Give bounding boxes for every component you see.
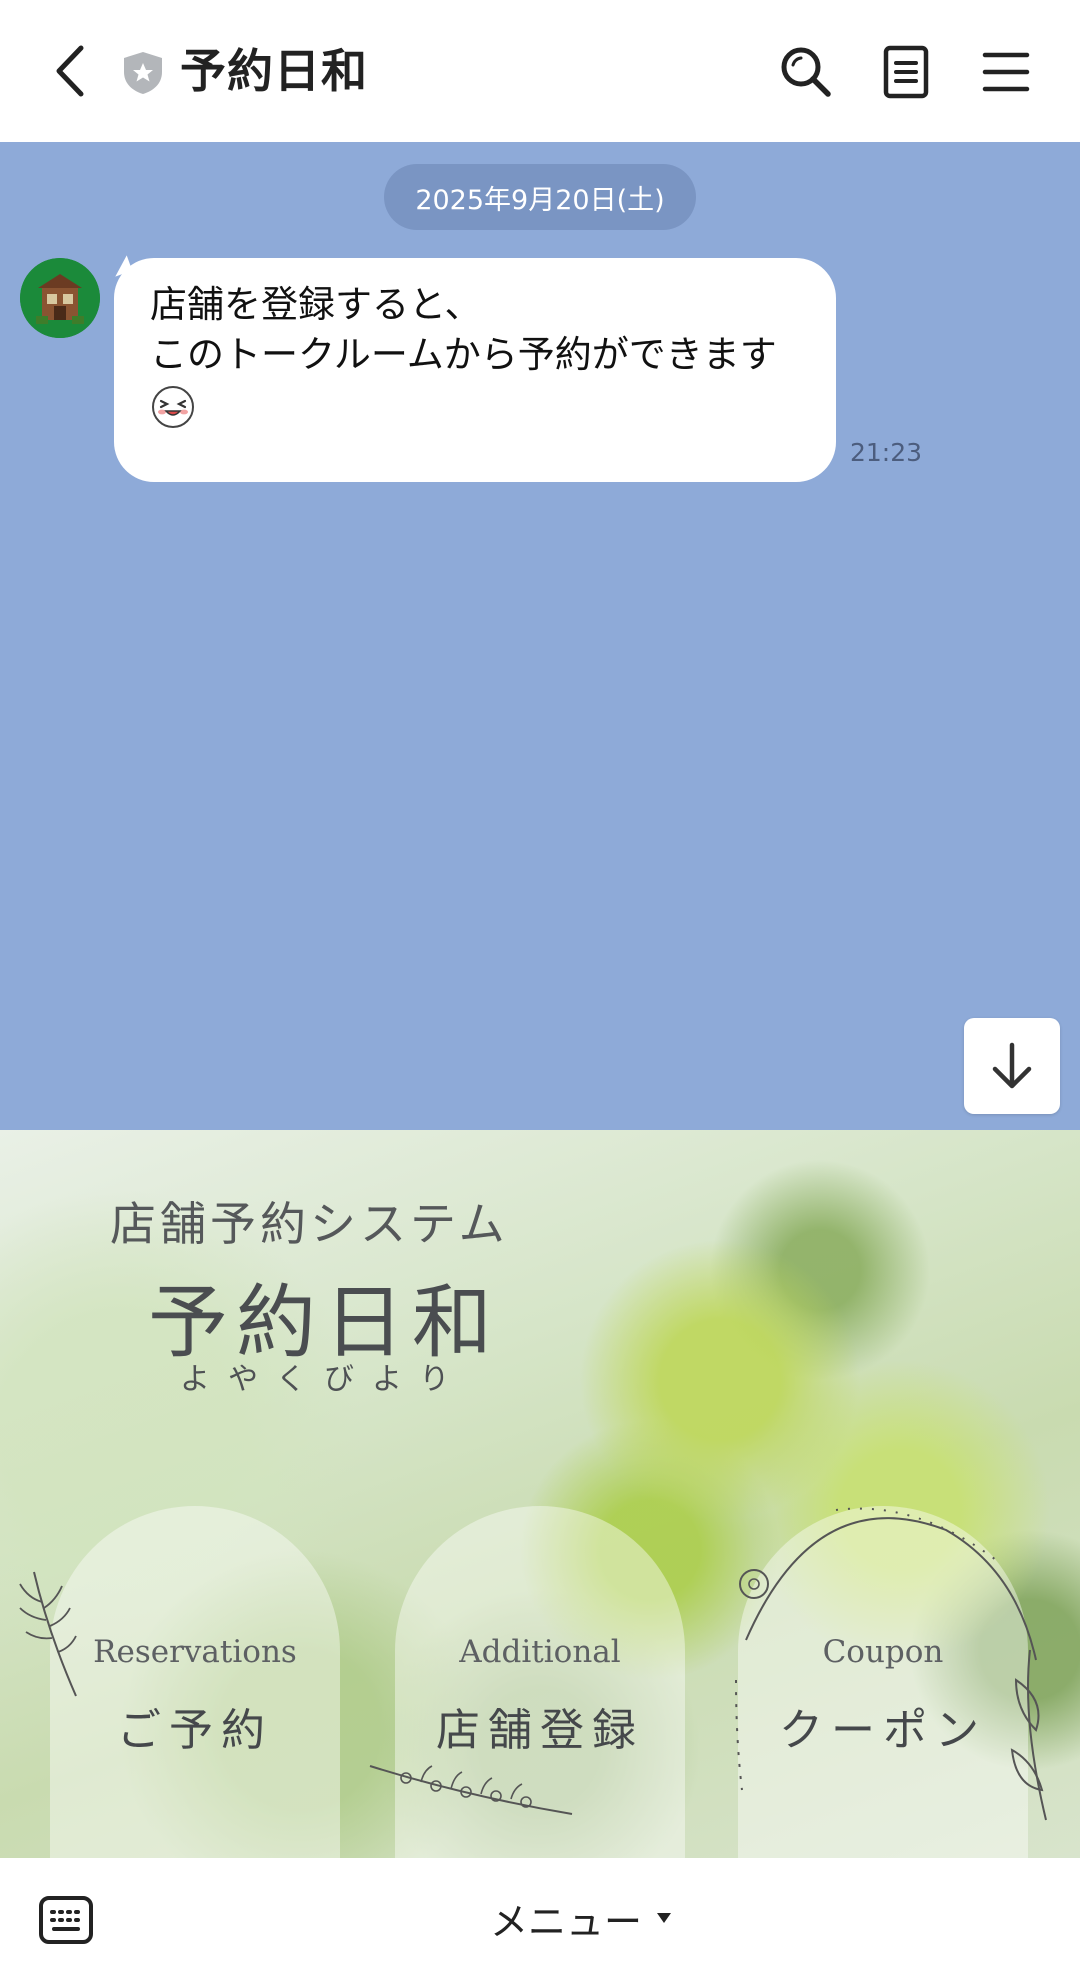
chat-title: 予約日和 bbox=[180, 44, 368, 98]
keyboard-icon bbox=[39, 1896, 93, 1944]
reservations-button[interactable]: Reservations ご予約 bbox=[50, 1506, 340, 1858]
chat-area[interactable]: 2025年9月20日(土) 店舗を登録すると、 このトークルームから予約ができま… bbox=[0, 142, 1080, 1130]
menu-icon bbox=[982, 52, 1030, 92]
back-icon bbox=[56, 45, 84, 97]
chat-header: 予約日和 bbox=[0, 0, 1080, 142]
rich-menu: 店舗予約システム 予約日和 よやくびより Reservations ご予約 Ad… bbox=[0, 1130, 1080, 1858]
reservations-jp-label: ご予約 bbox=[117, 1705, 273, 1756]
avatar[interactable] bbox=[20, 258, 100, 338]
laughing-face-emoji-icon bbox=[152, 386, 194, 428]
flower-garland-icon bbox=[369, 1765, 573, 1815]
caret-down-icon bbox=[657, 1913, 672, 1923]
bottom-bar: メニュー bbox=[0, 1858, 1080, 1968]
scroll-to-bottom-button[interactable] bbox=[964, 1018, 1060, 1114]
search-icon bbox=[781, 47, 831, 97]
rich-menu-toggle[interactable]: メニュー bbox=[490, 1890, 672, 1946]
arrow-down-icon bbox=[992, 1042, 1032, 1089]
date-separator: 2025年9月20日(土) bbox=[384, 164, 696, 230]
message-bubble[interactable]: 店舗を登録すると、 このトークルームから予約ができます bbox=[114, 258, 836, 482]
menu-button[interactable] bbox=[974, 40, 1038, 104]
back-button[interactable] bbox=[40, 36, 100, 106]
leaf-sprig-icon bbox=[19, 1571, 77, 1697]
floral-arch-icon bbox=[735, 1507, 1047, 1821]
keyboard-toggle-button[interactable] bbox=[38, 1892, 94, 1948]
reservations-en-label: Reservations bbox=[93, 1634, 297, 1670]
store-registration-en-label: Additional bbox=[459, 1634, 621, 1670]
shield-icon bbox=[124, 52, 162, 94]
rich-menu-subtitle: 店舗予約システム bbox=[110, 1197, 509, 1251]
shop-avatar-icon bbox=[20, 258, 100, 338]
notes-button[interactable] bbox=[874, 40, 938, 104]
message-time: 21:23 bbox=[850, 438, 923, 467]
notes-icon bbox=[883, 45, 929, 99]
message-line: 店舗を登録すると、 bbox=[150, 283, 482, 326]
menu-label: メニュー bbox=[490, 1899, 643, 1944]
message-line: このトークルームから予約ができます bbox=[150, 333, 777, 376]
rich-menu-reading: よやくびより bbox=[180, 1362, 468, 1397]
store-registration-jp-label: 店舗登録 bbox=[436, 1705, 644, 1756]
search-button[interactable] bbox=[774, 40, 838, 104]
